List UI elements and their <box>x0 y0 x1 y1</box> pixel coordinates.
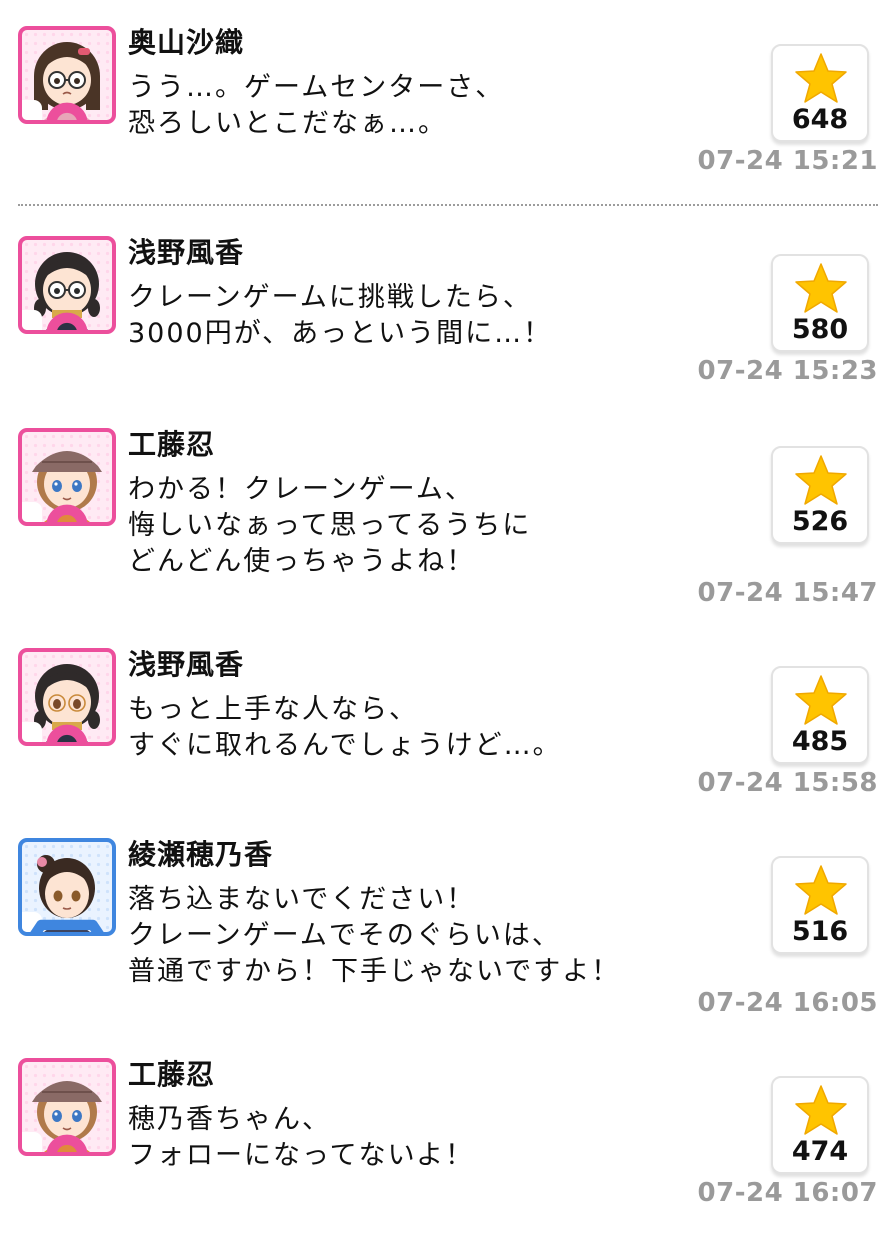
flower-badge-icon <box>22 310 88 330</box>
post-message: クレーンゲームに挑戦したら、 3000円が、あっという間に…！ <box>128 282 553 349</box>
like-count: 580 <box>791 314 849 345</box>
star-icon <box>795 263 847 313</box>
avatar[interactable] <box>18 1058 116 1156</box>
avatar[interactable] <box>18 26 116 124</box>
post-message: うう…。ゲームセンターさ、 恐ろしいとこだなぁ…。 <box>128 72 505 139</box>
flower-badge-icon <box>22 722 88 742</box>
post-timestamp: 07-24 15:21 <box>697 146 878 176</box>
star-icon <box>795 1085 847 1135</box>
poster-name: 工藤忍 <box>128 1058 216 1091</box>
post-timestamp: 07-24 15:47 <box>697 578 878 608</box>
post-timestamp: 07-24 15:58 <box>697 768 878 798</box>
like-count: 485 <box>791 726 849 757</box>
like-count: 516 <box>791 916 849 947</box>
post-message: 穂乃香ちゃん、 フォローになってないよ！ <box>128 1104 475 1171</box>
avatar[interactable] <box>18 428 116 526</box>
like-button[interactable]: 580 <box>771 254 869 352</box>
avatar[interactable] <box>18 236 116 334</box>
like-button[interactable]: 516 <box>771 856 869 954</box>
like-button[interactable]: 648 <box>771 44 869 142</box>
star-icon <box>795 675 847 725</box>
poster-name: 浅野風香 <box>128 236 245 269</box>
like-count: 648 <box>791 104 849 135</box>
star-icon <box>795 865 847 915</box>
star-icon <box>795 455 847 505</box>
like-count: 474 <box>791 1136 849 1167</box>
star-icon <box>795 53 847 103</box>
post-timestamp: 07-24 16:07 <box>697 1178 878 1208</box>
diamond-badge-icon <box>22 912 104 932</box>
flower-badge-icon <box>22 100 88 120</box>
post-message: わかる！クレーンゲーム、 悔しいなぁって思ってるうちに どんどん使っちゃうよね！ <box>128 474 532 577</box>
poster-name: 浅野風香 <box>128 648 245 681</box>
like-button[interactable]: 526 <box>771 446 869 544</box>
flower-badge-icon <box>22 1132 88 1152</box>
divider <box>18 204 878 206</box>
post-message: 落ち込まないでください！ クレーンゲームでそのぐらいは、 普通ですから！下手じゃ… <box>128 884 621 987</box>
poster-name: 奥山沙織 <box>128 26 245 59</box>
post-message: もっと上手な人なら、 すぐに取れるんでしょうけど…。 <box>128 694 562 761</box>
post-timestamp: 07-24 15:23 <box>697 356 878 386</box>
flower-badge-icon <box>22 502 88 522</box>
post-timestamp: 07-24 16:05 <box>697 988 878 1018</box>
like-button[interactable]: 474 <box>771 1076 869 1174</box>
poster-name: 工藤忍 <box>128 428 216 461</box>
avatar[interactable] <box>18 838 116 936</box>
poster-name: 綾瀬穂乃香 <box>128 838 274 871</box>
like-button[interactable]: 485 <box>771 666 869 764</box>
avatar[interactable] <box>18 648 116 746</box>
like-count: 526 <box>791 506 849 537</box>
